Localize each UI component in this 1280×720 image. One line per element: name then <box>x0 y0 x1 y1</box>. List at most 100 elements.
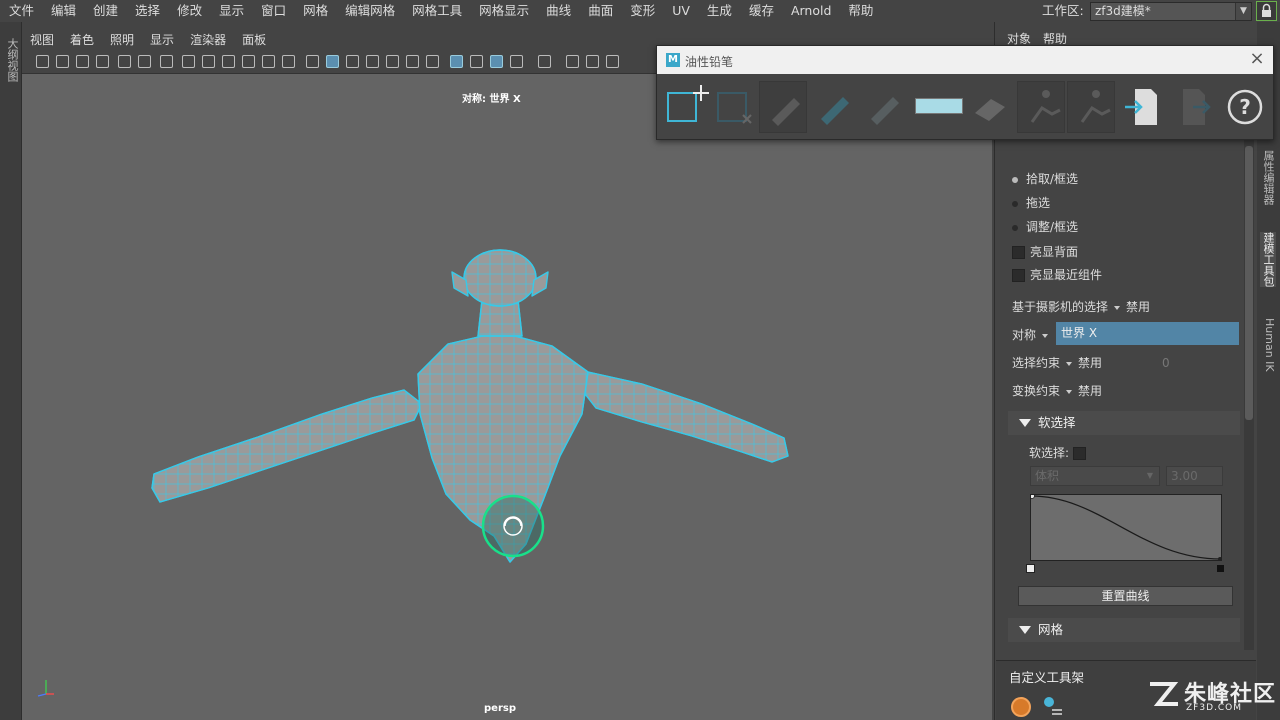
outliner-strip[interactable] <box>0 22 22 720</box>
use-all-lights-icon[interactable] <box>386 55 399 68</box>
checkbox-icon <box>1073 447 1087 460</box>
vp-menu-lighting[interactable]: 照明 <box>102 30 142 50</box>
soft-select-toggle[interactable]: 软选择: <box>1029 444 1091 461</box>
menu-select[interactable]: 选择 <box>126 0 168 22</box>
gate-mask-icon[interactable] <box>222 55 235 68</box>
camera-attributes-icon[interactable] <box>56 55 69 68</box>
checkbox-highlight-backfaces[interactable]: 亮显背面 <box>1012 243 1078 260</box>
shelf-tool-icon[interactable] <box>1011 697 1031 717</box>
color-swatch-icon[interactable] <box>911 81 963 133</box>
vp-menu-shading[interactable]: 着色 <box>62 30 102 50</box>
shelf-script-icon[interactable] <box>1042 694 1066 718</box>
select-camera-icon[interactable] <box>538 55 551 68</box>
hud-toggle-icon[interactable] <box>606 55 619 68</box>
transform-constraint-row[interactable]: 变换约束 禁用 <box>1012 382 1102 399</box>
vp-menu-renderer[interactable]: 渲染器 <box>182 30 234 50</box>
tab-attribute-editor[interactable]: 属性编辑器 <box>1260 150 1276 205</box>
menu-mesh-tools[interactable]: 网格工具 <box>403 0 470 22</box>
soft-pencil-icon[interactable] <box>859 81 907 133</box>
isolate-select-icon[interactable] <box>510 55 523 68</box>
safe-action-icon[interactable] <box>262 55 275 68</box>
wireframe-icon[interactable] <box>306 55 319 68</box>
radio-pick-marquee[interactable]: 拾取/框选 <box>1012 170 1078 187</box>
grid-icon[interactable] <box>160 55 173 68</box>
menu-display[interactable]: 显示 <box>210 0 252 22</box>
menu-surfaces[interactable]: 曲面 <box>579 0 621 22</box>
curve-key-right[interactable] <box>1216 564 1225 573</box>
smooth-shade-icon[interactable] <box>326 55 339 68</box>
frame-all-icon[interactable] <box>566 55 579 68</box>
radio-tweak-marquee[interactable]: 调整/框选 <box>1012 218 1078 235</box>
reset-curve-button[interactable]: 重置曲线 <box>1018 586 1233 606</box>
menu-modify[interactable]: 修改 <box>168 0 210 22</box>
radio-drag[interactable]: 拖选 <box>1012 194 1050 211</box>
xray-joints-icon[interactable] <box>490 55 503 68</box>
symmetry-value-field[interactable]: 世界 X <box>1056 322 1239 345</box>
menu-edit-mesh[interactable]: 编辑网格 <box>336 0 403 22</box>
transform-manipulator[interactable] <box>481 494 545 558</box>
menu-uv[interactable]: UV <box>663 0 698 22</box>
menu-mesh-display[interactable]: 网格显示 <box>470 0 537 22</box>
menu-edit[interactable]: 编辑 <box>42 0 84 22</box>
menu-help[interactable]: 帮助 <box>839 0 881 22</box>
marker-icon[interactable] <box>809 81 857 133</box>
menu-curves[interactable]: 曲线 <box>537 0 579 22</box>
falloff-radius-field[interactable]: 3.00 <box>1166 466 1223 486</box>
resolution-gate-icon[interactable] <box>202 55 215 68</box>
tab-modeling-toolkit[interactable]: 建模工具包 <box>1260 232 1276 287</box>
menu-mesh[interactable]: 网格 <box>294 0 336 22</box>
select-constraint-row[interactable]: 选择约束 禁用 0 <box>1012 354 1170 371</box>
mesh-section-header[interactable]: 网格 <box>1008 618 1240 642</box>
image-plane-icon[interactable] <box>96 55 109 68</box>
field-chart-icon[interactable] <box>242 55 255 68</box>
workspace-dropdown[interactable]: zf3d建模* ▼ <box>1090 2 1252 21</box>
shadows-icon[interactable] <box>406 55 419 68</box>
two-d-pan-icon[interactable] <box>118 55 131 68</box>
vp-menu-show[interactable]: 显示 <box>142 30 182 50</box>
symmetry-row[interactable]: 对称 <box>1012 326 1054 343</box>
perspective-viewport[interactable]: 对称: 世界 X persp <box>22 74 992 720</box>
menu-cache[interactable]: 缓存 <box>740 0 782 22</box>
soft-select-section-header[interactable]: 软选择 <box>1008 411 1240 435</box>
vp-menu-panels[interactable]: 面板 <box>234 30 274 50</box>
grease-pencil-icon[interactable] <box>138 55 151 68</box>
screen-space-ao-icon[interactable] <box>426 55 439 68</box>
menu-file[interactable]: 文件 <box>0 0 42 22</box>
menu-deform[interactable]: 变形 <box>621 0 663 22</box>
export-icon[interactable] <box>1169 81 1217 133</box>
camera-select-icon[interactable] <box>36 55 49 68</box>
pencil-icon[interactable] <box>759 81 807 133</box>
menu-arnold[interactable]: Arnold <box>782 0 839 22</box>
wireframe-on-shaded-icon[interactable] <box>346 55 359 68</box>
help-icon[interactable]: ? <box>1221 81 1269 133</box>
film-gate-icon[interactable] <box>182 55 195 68</box>
delete-frame-icon[interactable] <box>713 81 761 133</box>
xray-active-icon[interactable] <box>470 55 483 68</box>
toolkit-scroll-thumb[interactable] <box>1245 146 1253 420</box>
checkbox-highlight-nearest[interactable]: 亮显最近组件 <box>1012 266 1102 283</box>
vp-menu-view[interactable]: 视图 <box>22 30 62 50</box>
menu-create[interactable]: 创建 <box>84 0 126 22</box>
close-icon[interactable]: × <box>1249 50 1265 68</box>
eraser-icon[interactable] <box>967 81 1015 133</box>
import-icon[interactable] <box>1119 81 1167 133</box>
menu-windows[interactable]: 窗口 <box>252 0 294 22</box>
tab-human-ik[interactable]: Human IK <box>1260 318 1276 372</box>
frame-selected-icon[interactable] <box>586 55 599 68</box>
outliner-tab[interactable]: 大纲视图 <box>2 38 20 82</box>
lock-icon[interactable] <box>1256 1 1277 21</box>
menu-generate[interactable]: 生成 <box>698 0 740 22</box>
dropdown-arrow-icon <box>1114 305 1121 310</box>
grease-pencil-titlebar[interactable]: M 油性铅笔 × <box>657 46 1273 74</box>
textured-icon[interactable] <box>366 55 379 68</box>
safe-title-icon[interactable] <box>282 55 295 68</box>
falloff-curve-graph[interactable] <box>1029 493 1222 561</box>
curve-key-left[interactable] <box>1026 564 1035 573</box>
bookmark-icon[interactable] <box>76 55 89 68</box>
ghost-previous-icon[interactable] <box>1017 81 1065 133</box>
ghost-next-icon[interactable] <box>1067 81 1115 133</box>
add-frame-icon[interactable] <box>663 81 711 133</box>
falloff-mode-dropdown[interactable]: 体积 ▼ <box>1030 466 1160 486</box>
camera-based-selection-row[interactable]: 基于摄影机的选择 禁用 <box>1012 298 1150 315</box>
xray-icon[interactable] <box>450 55 463 68</box>
